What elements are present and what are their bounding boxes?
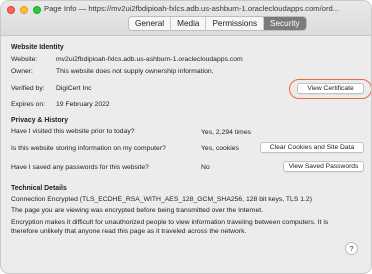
- help-button[interactable]: ?: [345, 242, 358, 255]
- owner-value: This website does not supply ownership i…: [56, 68, 214, 75]
- privacy-history-heading: Privacy & History: [11, 117, 69, 124]
- website-identity-heading: Website Identity: [11, 44, 64, 51]
- storing-question: Is this website storing information on m…: [11, 145, 166, 152]
- view-certificate-button[interactable]: View Certificate: [297, 83, 364, 94]
- website-label: Website:: [11, 56, 38, 63]
- window-controls: [7, 6, 41, 14]
- close-window-button[interactable]: [7, 6, 15, 14]
- website-value: mv2ui2fbdipioah-fxlcs.adb.us-ashburn-1.o…: [56, 56, 243, 63]
- encryption-explanation-line-1: Encryption makes it difficult for unauth…: [11, 219, 329, 226]
- view-saved-passwords-button[interactable]: View Saved Passwords: [283, 161, 364, 172]
- verified-by-value: DigiCert Inc: [56, 85, 92, 92]
- encryption-explanation-line-2: therefore unlikely that anyone read this…: [11, 228, 247, 235]
- expires-value: 19 February 2022: [56, 101, 110, 108]
- verified-by-label: Verified by:: [11, 85, 45, 92]
- storing-answer: Yes, cookies: [201, 145, 239, 152]
- window-title: Page Info — https://mv2ui2fbdipioah-fxlc…: [44, 4, 340, 13]
- tab-media[interactable]: Media: [171, 17, 207, 30]
- encrypted-note: The page you are viewing was encrypted b…: [11, 207, 264, 214]
- page-info-window: Page Info — https://mv2ui2fbdipioah-fxlc…: [0, 0, 372, 274]
- tab-security[interactable]: Security: [264, 17, 306, 30]
- visited-question: Have I visited this website prior to tod…: [11, 128, 135, 135]
- title-bar: Page Info — https://mv2ui2fbdipioah-fxlc…: [1, 1, 371, 36]
- visited-answer: Yes, 2,294 times: [201, 129, 252, 136]
- clear-cookies-button[interactable]: Clear Cookies and Site Data: [260, 142, 364, 153]
- tab-permissions[interactable]: Permissions: [206, 17, 265, 30]
- security-panel: Website Identity Website: mv2ui2fbdipioa…: [1, 37, 371, 273]
- connection-details: Connection Encrypted (TLS_ECDHE_RSA_WITH…: [11, 196, 312, 203]
- tab-bar: General Media Permissions Security: [128, 16, 307, 31]
- passwords-question: Have I saved any passwords for this webs…: [11, 164, 149, 171]
- owner-label: Owner:: [11, 68, 33, 75]
- tab-general[interactable]: General: [129, 17, 172, 30]
- passwords-answer: No: [201, 164, 210, 171]
- minimize-window-button[interactable]: [20, 6, 28, 14]
- zoom-window-button[interactable]: [33, 6, 41, 14]
- expires-label: Expires on:: [11, 101, 46, 108]
- technical-details-heading: Technical Details: [11, 185, 67, 192]
